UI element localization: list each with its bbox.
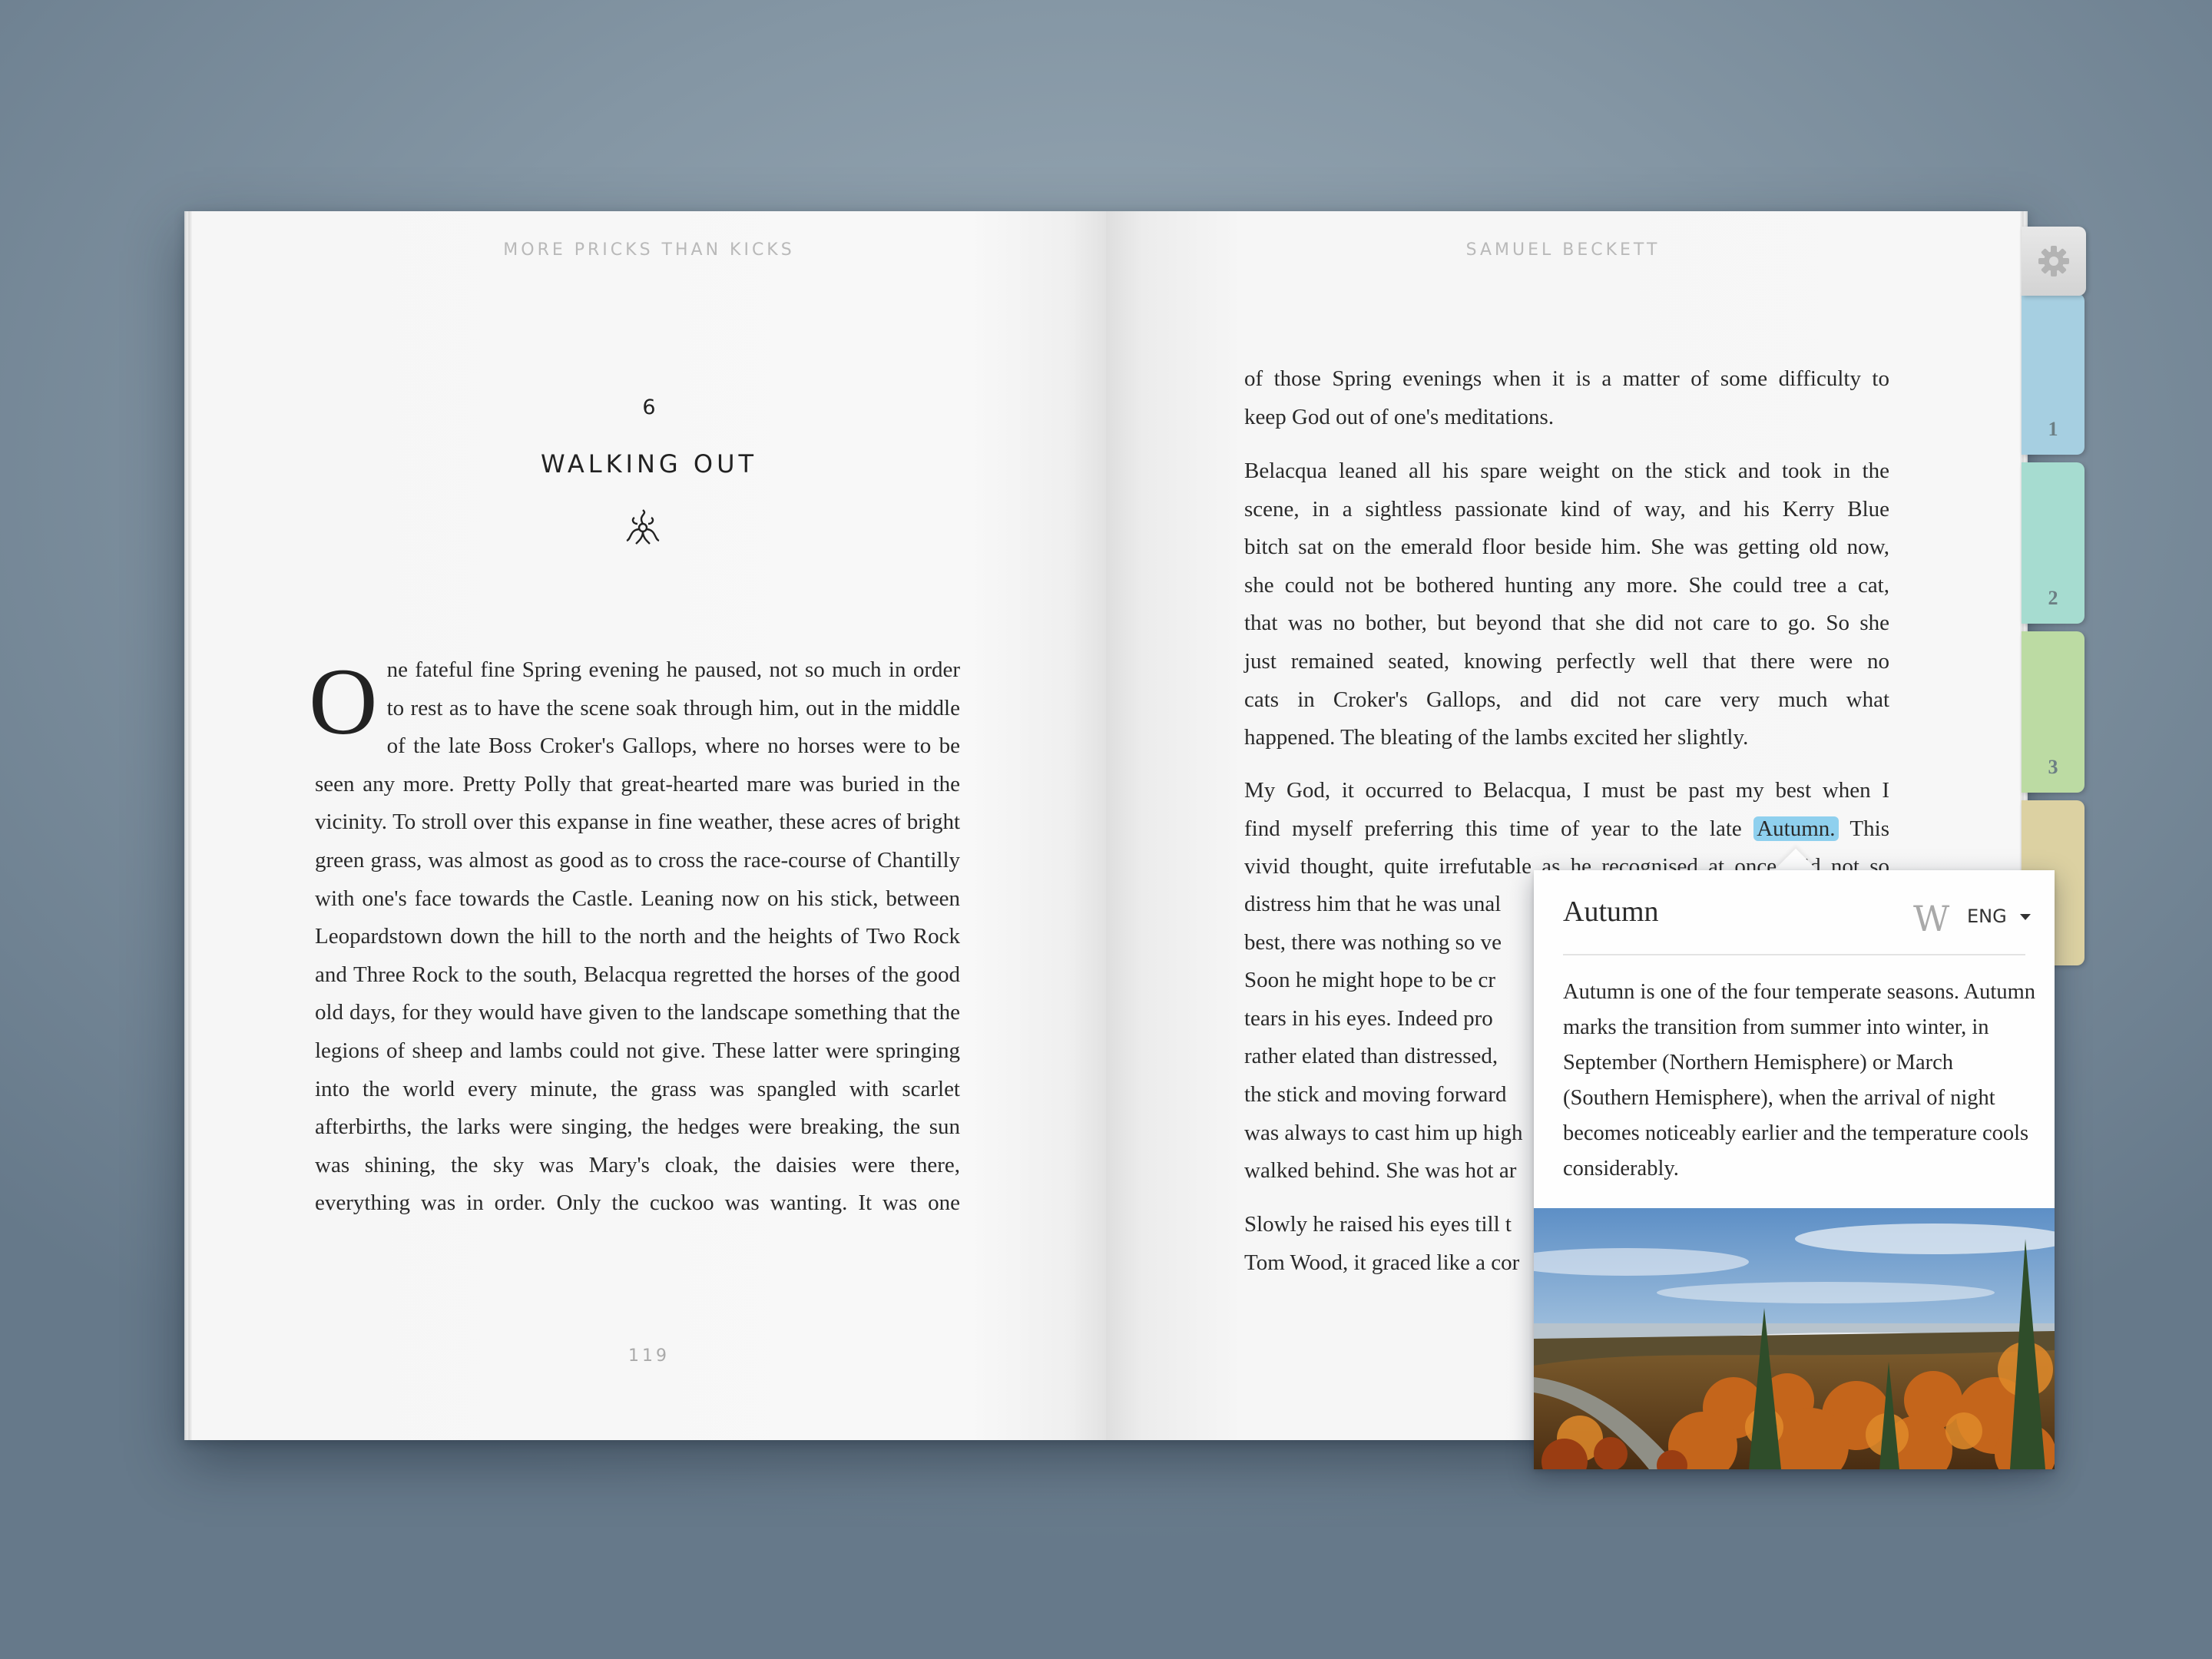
- text-line: cats in Croker's Gallops, and did not ca…: [1244, 687, 1889, 712]
- text-line: find myself preferring this time of year…: [1244, 810, 1889, 849]
- language-dropdown[interactable]: ENG: [1967, 906, 2032, 927]
- left-running-head: MORE PRICKS THAN KICKS: [503, 240, 795, 260]
- text-fragment: find myself preferring this time of year…: [1244, 816, 1754, 841]
- bookmark-tab-2[interactable]: 2: [2022, 462, 2085, 624]
- language-label: ENG: [1967, 906, 2007, 927]
- drop-cap: O: [309, 649, 378, 754]
- text-line: she could not be bothered hunting any mo…: [1244, 572, 1889, 598]
- tab-label: 3: [2048, 756, 2058, 778]
- text-line: just remained seated, knowing perfectly …: [1244, 648, 1889, 674]
- text-line: was always to cast him up high: [1244, 1120, 1523, 1145]
- left-page-edges: [184, 211, 192, 1440]
- chapter-title: WALKING OUT: [540, 449, 758, 478]
- right-running-head: SAMUEL BECKETT: [1465, 240, 1661, 260]
- text-line: Belacqua leaned all his spare weight on …: [1244, 459, 1889, 483]
- definition-popup: Autumn W ENG Autumn is one of the four t…: [1534, 870, 2055, 1469]
- highlighted-word[interactable]: Autumn.: [1753, 816, 1839, 841]
- text-fragment: This: [1838, 816, 1889, 841]
- bookmark-tab-3[interactable]: 3: [2022, 631, 2085, 793]
- popup-title: Autumn: [1563, 896, 1659, 928]
- left-body-text: ne fateful fine Spring evening he paused…: [315, 657, 960, 1216]
- page-number: 119: [628, 1346, 670, 1366]
- left-page-text: One fateful fine Spring evening he pause…: [309, 651, 960, 1223]
- wikipedia-icon[interactable]: W: [1913, 898, 1949, 939]
- text-line: that was no bother, but beyond that she …: [1244, 611, 1889, 636]
- text-line: best, there was nothing so ve: [1244, 929, 1502, 955]
- popup-divider: [1563, 954, 2025, 955]
- tab-label: 1: [2048, 418, 2058, 440]
- text-line: of those Spring evenings when it is a ma…: [1244, 366, 1889, 391]
- text-line: Soon he might hope to be cr: [1244, 968, 1496, 993]
- gear-icon: [2038, 246, 2069, 276]
- bookmark-tab-1[interactable]: 1: [2022, 293, 2085, 455]
- right-paragraph-3-occluded: distress him that he was unal best, ther…: [1244, 886, 1528, 1190]
- caret-down-icon: [2020, 914, 2032, 920]
- text-line: distress him that he was unal: [1244, 892, 1502, 916]
- fleuron-ornament-icon: [626, 509, 660, 545]
- text-line: walked behind. She was hot ar: [1244, 1158, 1517, 1184]
- text-line: tears in his eyes. Indeed pro: [1244, 1005, 1493, 1031]
- text-line: happened. The bleating of the lambs exci…: [1244, 725, 1749, 750]
- text-line: My God, it occurred to Belacqua, I must …: [1244, 778, 1889, 803]
- text-line: the stick and moving forward: [1244, 1081, 1507, 1107]
- text-line: scene, in a sightless passionate kind of…: [1244, 496, 1889, 522]
- tab-label: 2: [2048, 587, 2058, 609]
- right-paragraph-4-occluded: Slowly he raised his eyes till t Tom Woo…: [1244, 1206, 1528, 1282]
- text-line: bitch sat on the emerald floor beside hi…: [1244, 535, 1889, 560]
- right-paragraph-2: Belacqua leaned all his spare weight on …: [1244, 452, 1889, 757]
- settings-tab[interactable]: [2022, 227, 2086, 296]
- autumn-landscape-image: [1534, 1208, 2055, 1469]
- text-line: rather elated than distressed,: [1244, 1044, 1498, 1069]
- text-line: Slowly he raised his eyes till t: [1244, 1212, 1512, 1237]
- text-line: keep God out of one's meditations.: [1244, 404, 1555, 429]
- right-paragraph-1: of those Spring evenings when it is a ma…: [1244, 360, 1889, 436]
- popup-description: Autumn is one of the four temperate seas…: [1563, 980, 2036, 1181]
- text-line: Tom Wood, it graced like a cor: [1244, 1250, 1520, 1275]
- chapter-number: 6: [642, 396, 656, 419]
